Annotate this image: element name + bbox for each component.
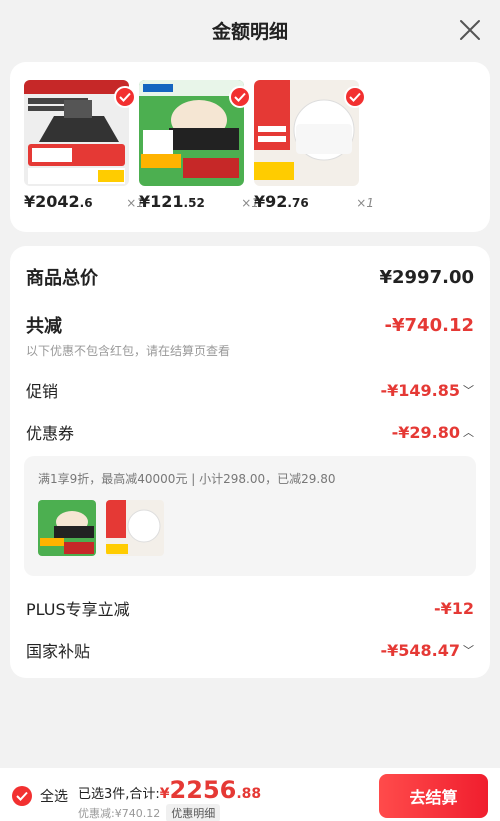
discount-line: 优惠减:¥740.12 优惠明细 (78, 804, 221, 821)
discount-detail-link[interactable]: 优惠明细 (166, 804, 221, 821)
subsidy-label: 国家补贴 (26, 642, 91, 661)
select-all-label: 全选 (40, 789, 68, 805)
amount-summary: 商品总价 ¥2997.00 共减 -¥740.12 以下优惠不包含红包，请在结算… (10, 246, 490, 678)
promo-row[interactable]: 促销 -¥149.85 ﹀ (26, 378, 474, 402)
select-all[interactable]: 全选 (12, 786, 68, 806)
coupon-label: 优惠券 (26, 424, 75, 443)
discount-amount: 优惠减:¥740.12 (78, 807, 161, 820)
close-icon[interactable] (458, 18, 482, 42)
checked-icon[interactable] (12, 786, 32, 806)
product-price: ¥121.52 (139, 192, 205, 211)
plus-discount-row: PLUS专享立减 -¥12 (26, 596, 474, 620)
discount-note: 以下优惠不包含红包，请在结算页查看 (26, 344, 231, 358)
promo-value: -¥149.85 ﹀ (380, 380, 474, 400)
total-line: 已选3件,合计: ¥2256.88 (78, 776, 261, 804)
total-amount: ¥2256.88 (159, 776, 262, 804)
checkout-button[interactable]: 去结算 (379, 774, 488, 818)
coupon-product-image-cooker (38, 500, 96, 556)
goods-total-label: 商品总价 (26, 268, 98, 289)
coupon-detail: 满1享9折，最高减40000元 | 小计298.00，已减29.80 (24, 456, 476, 576)
coupon-description: 满1享9折，最高减40000元 | 小计298.00，已减29.80 (38, 472, 336, 486)
checked-icon[interactable] (114, 86, 136, 108)
plus-discount-value: -¥12 (433, 598, 474, 618)
subsidy-row[interactable]: 国家补贴 -¥548.47 ﹀ (26, 638, 474, 662)
chevron-down-icon: ﹀ (463, 644, 474, 657)
coupon-product-image-rice-cooker (106, 500, 164, 556)
product-qty: ×1 (356, 196, 374, 210)
coupon-value: -¥29.80 ︿ (391, 422, 474, 442)
coupon-row[interactable]: 优惠券 -¥29.80 ︿ (26, 420, 474, 444)
total-discount-value: -¥740.12 (384, 314, 474, 336)
product-price: ¥92.76 (254, 192, 309, 211)
checked-icon[interactable] (229, 86, 251, 108)
promo-label: 促销 (26, 382, 59, 401)
total-discount-label: 共减 (26, 316, 62, 337)
plus-discount-label: PLUS专享立减 (26, 600, 130, 619)
goods-total-row: 商品总价 ¥2997.00 (26, 264, 474, 290)
chevron-down-icon: ﹀ (463, 384, 474, 397)
checkout-bar: 全选 已选3件,合计: ¥2256.88 优惠减:¥740.12 优惠明细 去结… (0, 768, 500, 821)
page-title: 金额明细 (211, 20, 288, 43)
product-price: ¥2042.6 (24, 192, 93, 211)
subsidy-value: -¥548.47 ﹀ (380, 640, 474, 660)
header: 金额明细 (0, 0, 500, 60)
chevron-up-icon: ︿ (463, 426, 474, 439)
product-list: ¥2042.6 ×1 ¥121.52 ×1 ¥92.76 ×1 (10, 62, 490, 232)
total-label: 已选3件,合计: (78, 787, 160, 802)
total-discount-row: 共减 -¥740.12 (26, 312, 474, 338)
checked-icon[interactable] (344, 86, 366, 108)
goods-total-value: ¥2997.00 (379, 266, 474, 288)
